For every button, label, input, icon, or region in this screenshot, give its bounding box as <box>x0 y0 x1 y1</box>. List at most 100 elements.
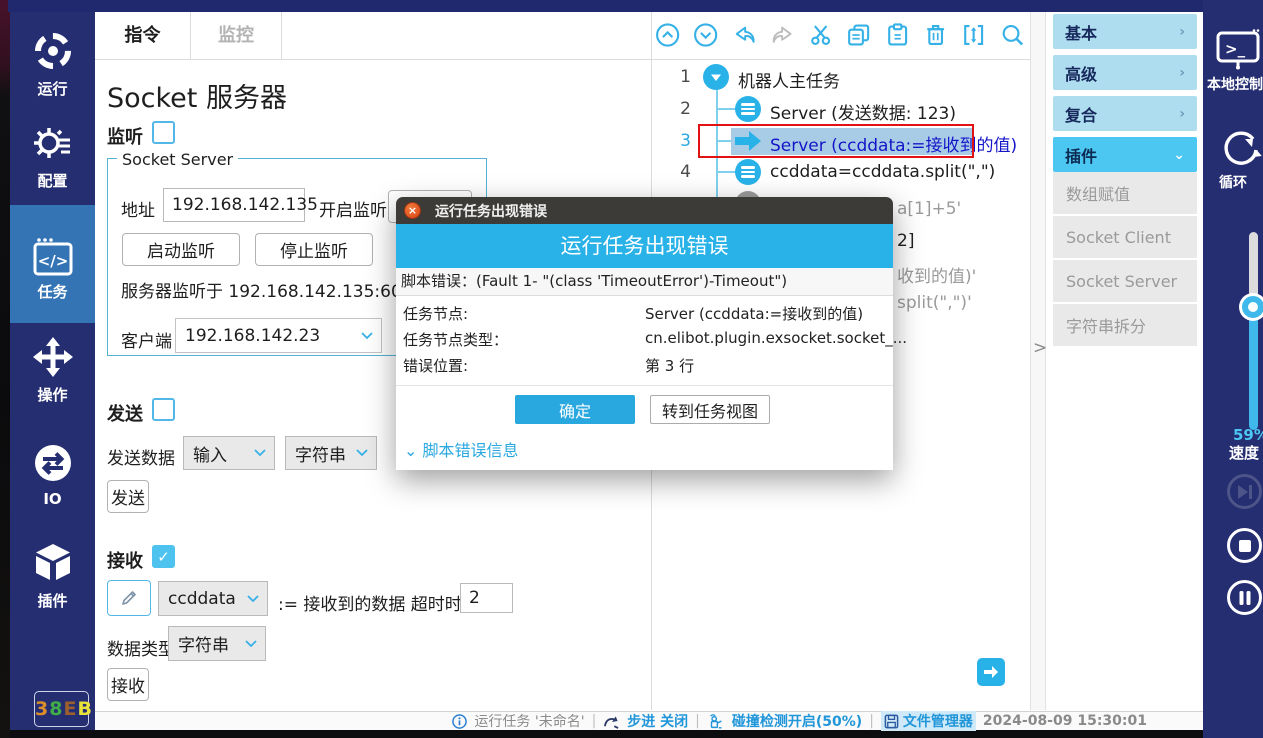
pause-button[interactable] <box>1227 580 1262 615</box>
robot-status-badge[interactable]: 38EB <box>34 691 89 727</box>
undo-button[interactable] <box>732 22 757 48</box>
dialog-close-button[interactable]: × <box>404 202 421 219</box>
tree-node-icon[interactable] <box>735 96 761 122</box>
send-source-dropdown[interactable]: 输入 <box>183 436 275 470</box>
tree-row-split[interactable]: ccddata=ccddata.split(",") <box>770 162 995 182</box>
edit-variable-button[interactable] <box>107 580 151 616</box>
accordion-section-basic[interactable]: 基本› <box>1053 14 1197 49</box>
speed-slider-track-lower[interactable] <box>1249 308 1258 430</box>
tab-monitor[interactable]: 监控 <box>191 12 281 59</box>
copy-button[interactable] <box>846 22 871 48</box>
plugin-item-socket-client[interactable]: Socket Client <box>1053 216 1197 260</box>
collapse-panel-arrow[interactable]: > <box>1033 338 1047 358</box>
plugin-item-socket-server[interactable]: Socket Server <box>1053 260 1197 304</box>
statusbar-divider: | <box>695 713 700 729</box>
recv-button[interactable]: 接收 <box>107 668 149 701</box>
tree-expand-icon[interactable] <box>703 64 729 90</box>
sidebar-item-label: 插件 <box>10 590 95 611</box>
accordion-section-advanced[interactable]: 高级› <box>1053 55 1197 90</box>
desktop-background-left <box>0 0 10 738</box>
script-error-detail-link[interactable]: ⌄ 脚本错误信息 <box>404 437 519 461</box>
tree-node-icon[interactable] <box>735 159 761 185</box>
badge-char: 3 <box>35 698 49 720</box>
dialog-ok-button[interactable]: 确定 <box>515 395 635 424</box>
task-node-value: Server (ccddata:=接收到的值) <box>645 303 863 324</box>
arrow-right-icon <box>983 665 999 679</box>
run-target-icon <box>30 28 76 74</box>
sidebar-item-label: 配置 <box>10 170 95 191</box>
tree-toolbar <box>655 18 1025 52</box>
plugin-item-label: Socket Client <box>1066 228 1171 247</box>
timeout-input[interactable]: 2 <box>460 583 513 613</box>
run-task-status[interactable]: 运行任务 '未命名' <box>474 711 584 731</box>
desktop-background-bottom <box>10 730 1203 738</box>
data-type-dropdown[interactable]: 字符串 <box>168 626 266 661</box>
sidebar-item-operate[interactable]: 操作 <box>10 334 95 405</box>
dialog-titlebar[interactable]: × 运行任务出现错误 <box>396 197 893 224</box>
sidebar-item-config[interactable]: 配置 <box>10 120 95 191</box>
speed-label: 速度 <box>1229 442 1259 463</box>
accordion-label: 基本 <box>1065 20 1097 44</box>
accordion-label: 插件 <box>1065 143 1097 167</box>
plugin-item-array-assign[interactable]: 数组赋值 <box>1053 172 1197 216</box>
move-down-button[interactable] <box>693 22 718 48</box>
task-code-window-icon: </> <box>30 237 76 277</box>
accordion-section-composite[interactable]: 复合› <box>1053 96 1197 131</box>
loop-icon[interactable] <box>1219 130 1263 170</box>
error-position-value: 第 3 行 <box>645 355 694 376</box>
tab-separator <box>281 12 282 59</box>
send-checkbox[interactable] <box>152 398 175 421</box>
stop-button[interactable] <box>1227 528 1262 563</box>
sidebar-item-plugin[interactable]: 插件 <box>10 540 95 611</box>
plugin-item-string-split[interactable]: 字符串拆分 <box>1053 304 1197 348</box>
data-type-label: 数据类型 <box>107 635 175 660</box>
search-button[interactable] <box>1000 22 1025 48</box>
start-listen-button[interactable]: 启动监听 <box>122 233 240 266</box>
send-button[interactable]: 发送 <box>107 480 149 513</box>
goto-current-node-button[interactable] <box>977 658 1005 686</box>
paste-button[interactable] <box>885 22 910 48</box>
left-sidebar: 运行 配置 </> 任务 <box>10 12 95 730</box>
badge-char: 8 <box>49 698 63 720</box>
file-manager-button[interactable]: 文件管理器 <box>881 711 976 731</box>
sidebar-item-task[interactable]: </> 任务 <box>10 205 95 323</box>
client-dropdown[interactable]: 192.168.142.23 <box>175 318 382 353</box>
delete-button[interactable] <box>923 22 948 48</box>
tree-row-fragment: split(",")' <box>897 293 972 313</box>
chevron-down-icon: ⌄ <box>1173 147 1185 163</box>
plugin-item-label: 字符串拆分 <box>1066 313 1146 337</box>
badge-char: B <box>77 698 92 720</box>
tree-line-number: 4 <box>655 162 691 182</box>
recv-variable-dropdown[interactable]: ccddata <box>158 581 268 616</box>
task-node-label: 任务节点: <box>403 303 468 324</box>
collapse-merge-button[interactable] <box>961 22 986 48</box>
accordion-section-plugin[interactable]: 插件 ⌄ <box>1053 137 1197 172</box>
pause-icon <box>1238 590 1252 606</box>
tree-row-server-send[interactable]: Server (发送数据: 123) <box>770 99 956 124</box>
tree-row-main-task[interactable]: 机器人主任务 <box>738 67 840 92</box>
sidebar-item-label: IO <box>10 490 95 508</box>
sidebar-item-run[interactable]: 运行 <box>10 28 95 99</box>
collision-detect-status[interactable]: 碰撞检测开启(50%) <box>732 711 862 731</box>
step-mode-status[interactable]: 步进 关闭 <box>627 711 688 731</box>
stop-listen-button[interactable]: 停止监听 <box>255 233 373 266</box>
socket-server-group-title: Socket Server <box>117 150 238 169</box>
send-type-dropdown[interactable]: 字符串 <box>285 436 377 470</box>
move-up-button[interactable] <box>655 22 680 48</box>
chevron-down-icon <box>247 595 259 603</box>
tab-command[interactable]: 指令 <box>95 12 190 59</box>
dialog-goto-task-view-button[interactable]: 转到任务视图 <box>650 395 770 424</box>
redo-button[interactable] <box>770 22 795 48</box>
dialog-header-band: 运行任务出现错误 <box>396 224 893 268</box>
sidebar-item-io[interactable]: IO <box>10 440 95 508</box>
listen-checkbox[interactable] <box>152 121 175 144</box>
panel-splitter[interactable] <box>1030 12 1046 710</box>
speed-slider-handle[interactable] <box>1242 296 1263 318</box>
recv-checkbox[interactable]: ✓ <box>152 545 175 568</box>
local-console-icon[interactable]: >_ <box>1216 28 1262 70</box>
step-forward-icon <box>1236 484 1254 500</box>
step-button[interactable] <box>1227 474 1262 509</box>
recv-expression-text: := 接收到的数据 超时时间 <box>278 590 479 615</box>
cut-button[interactable] <box>808 22 833 48</box>
address-input[interactable]: 192.168.142.135 <box>163 188 305 222</box>
